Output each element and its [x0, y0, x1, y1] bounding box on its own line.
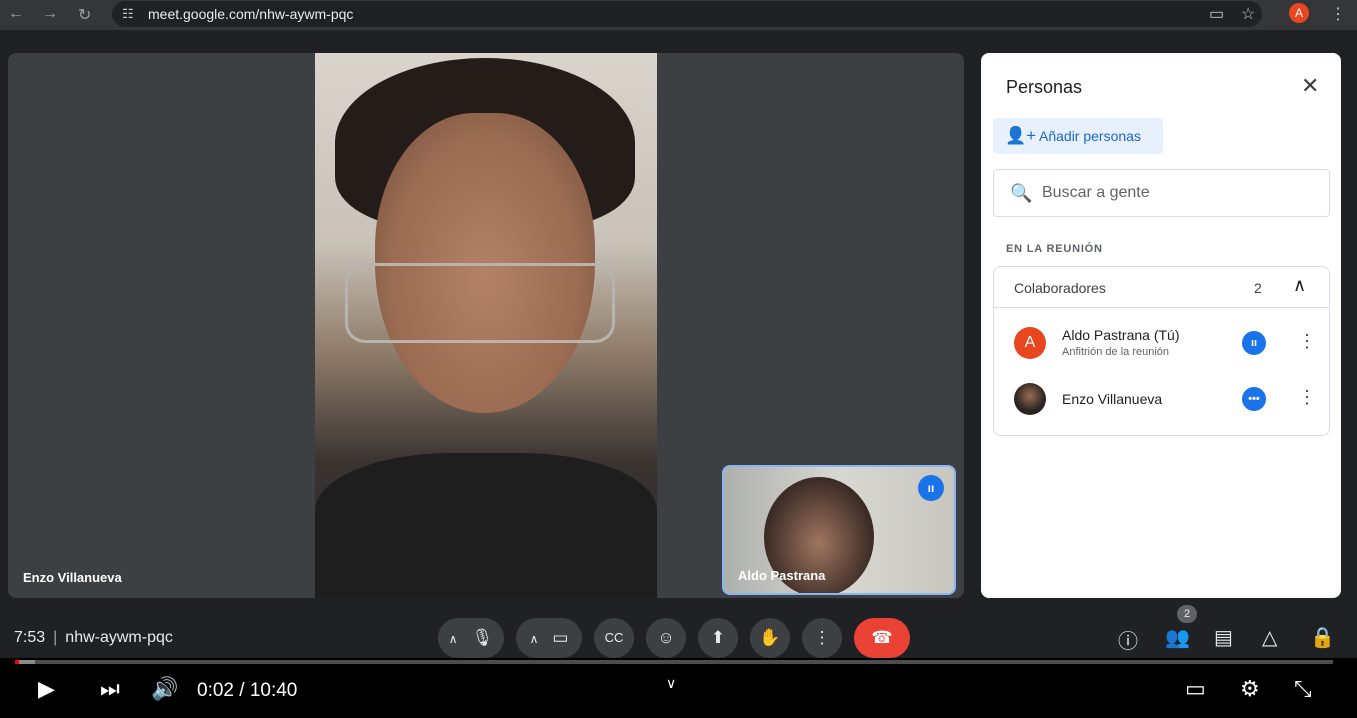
activities-icon[interactable]: △ [1262, 625, 1277, 650]
section-label: EN LA REUNIÓN [1006, 243, 1103, 255]
exit-fullscreen-icon[interactable]: ⤡ [1294, 676, 1312, 702]
chevron-up-icon[interactable]: ∧ [1293, 275, 1306, 296]
chevron-up-icon[interactable]: ∧ [449, 632, 458, 646]
chevron-up-icon[interactable]: ∧ [530, 632, 539, 646]
player-time: 0:02 / 10:40 [197, 680, 298, 701]
back-arrow-icon[interactable]: ← [8, 5, 24, 23]
video-shirt [315, 453, 657, 598]
avatar: A [1014, 327, 1046, 359]
profile-avatar[interactable]: A [1289, 3, 1309, 23]
star-icon[interactable]: ☆ [1241, 4, 1255, 24]
video-player-controls: ▶ ⏭ 🔊 0:02 / 10:40 ∨ ▭ ⚙ ⤡ [0, 658, 1357, 718]
self-video-tile[interactable]: ıı Aldo Pastrana [722, 465, 956, 595]
host-controls-icon[interactable]: 🔒 [1310, 625, 1335, 650]
participant-name: Enzo Villanueva [23, 570, 122, 585]
person-role: Anfitrión de la reunión [1062, 346, 1170, 358]
progress-bar[interactable] [15, 660, 1333, 664]
more-vert-icon[interactable]: ⋮ [802, 618, 842, 658]
chat-icon[interactable]: ▤ [1214, 625, 1233, 650]
mic-control[interactable]: ∧ 🎙 [438, 618, 504, 658]
play-icon[interactable]: ▶ [38, 676, 55, 702]
audio-level-icon: ıı [918, 475, 944, 501]
avatar [1014, 383, 1046, 415]
meeting-code: nhw-aywm-pqc [65, 629, 173, 646]
group-count: 2 [1254, 280, 1262, 296]
reload-icon[interactable]: ↻ [78, 5, 91, 25]
search-placeholder: Buscar a gente [1042, 184, 1150, 201]
more-vert-icon[interactable]: ⋮ [1298, 387, 1316, 408]
people-icon[interactable]: 👥 [1165, 625, 1190, 650]
site-info-icon[interactable]: ☷ [122, 1, 134, 27]
main-video-tile[interactable]: Enzo Villanueva ıı Aldo Pastrana [8, 53, 964, 598]
browser-toolbar: ← → ↻ ☷ meet.google.com/nhw-aywm-pqc ▭ ☆… [0, 0, 1357, 30]
progress-fill [15, 660, 19, 664]
panel-title: Personas [1006, 77, 1083, 97]
audio-level-icon: ıı [1242, 331, 1266, 355]
emoji-icon[interactable]: ☺ [646, 618, 686, 658]
raise-hand-icon[interactable]: ✋ [750, 618, 790, 658]
end-call-icon[interactable]: ☎ [854, 618, 910, 658]
settings-icon[interactable]: ⚙ [1240, 676, 1260, 702]
list-item[interactable]: Enzo Villanueva ••• ⋮ [994, 375, 1329, 425]
add-people-button[interactable]: 👤+ Añadir personas [993, 118, 1163, 154]
list-item[interactable]: A Aldo Pastrana (Tú) Anfitrión de la reu… [994, 319, 1329, 369]
participant-video [315, 53, 657, 598]
mic-icon[interactable]: 🎙 [472, 628, 494, 647]
person-name: Enzo Villanueva [1062, 391, 1163, 407]
camera-icon[interactable]: ▭ [1209, 4, 1224, 24]
collaborators-group: Colaboradores 2 ∧ A Aldo Pastrana (Tú) A… [993, 266, 1330, 436]
search-input[interactable]: 🔍 Buscar a gente [993, 169, 1330, 217]
more-vert-icon[interactable]: ⋮ [1330, 4, 1346, 24]
video-glasses [345, 263, 615, 343]
self-name: Aldo Pastrana [738, 568, 826, 583]
captions-icon[interactable]: CC [594, 618, 634, 658]
next-icon[interactable]: ⏭ [100, 676, 120, 702]
chevron-down-icon[interactable]: ∨ [666, 675, 676, 692]
group-name: Colaboradores [1014, 280, 1106, 296]
url-text: meet.google.com/nhw-aywm-pqc [148, 6, 354, 22]
add-people-label: Añadir personas [1039, 128, 1141, 144]
muted-dots-icon: ••• [1242, 387, 1266, 411]
camera-control[interactable]: ∧ ▭ [516, 618, 582, 658]
more-vert-icon[interactable]: ⋮ [1298, 331, 1316, 352]
meeting-time: 7:53 [14, 629, 46, 646]
volume-icon[interactable]: 🔊 [151, 676, 178, 702]
close-icon[interactable]: ✕ [1301, 73, 1319, 99]
info-icon[interactable]: ⓘ [1118, 625, 1138, 654]
add-person-icon: 👤+ [1005, 126, 1037, 145]
videocam-icon[interactable]: ▭ [552, 628, 568, 647]
group-header[interactable]: Colaboradores 2 ∧ [994, 267, 1329, 308]
person-name: Aldo Pastrana (Tú) [1062, 327, 1180, 343]
meet-area: Enzo Villanueva ıı Aldo Pastrana Persona… [0, 38, 1357, 658]
people-panel: Personas ✕ 👤+ Añadir personas 🔍 Buscar a… [981, 53, 1341, 598]
meeting-info: 7:53 | nhw-aywm-pqc [14, 629, 173, 647]
forward-arrow-icon[interactable]: → [42, 5, 58, 23]
search-icon: 🔍 [1010, 183, 1033, 203]
subtitles-icon[interactable]: ▭ [1185, 676, 1206, 702]
separator: | [53, 629, 58, 646]
participants-count: 2 [1177, 605, 1197, 623]
address-bar[interactable]: ☷ meet.google.com/nhw-aywm-pqc [112, 1, 1262, 27]
present-icon[interactable]: ⬆ [698, 618, 738, 658]
